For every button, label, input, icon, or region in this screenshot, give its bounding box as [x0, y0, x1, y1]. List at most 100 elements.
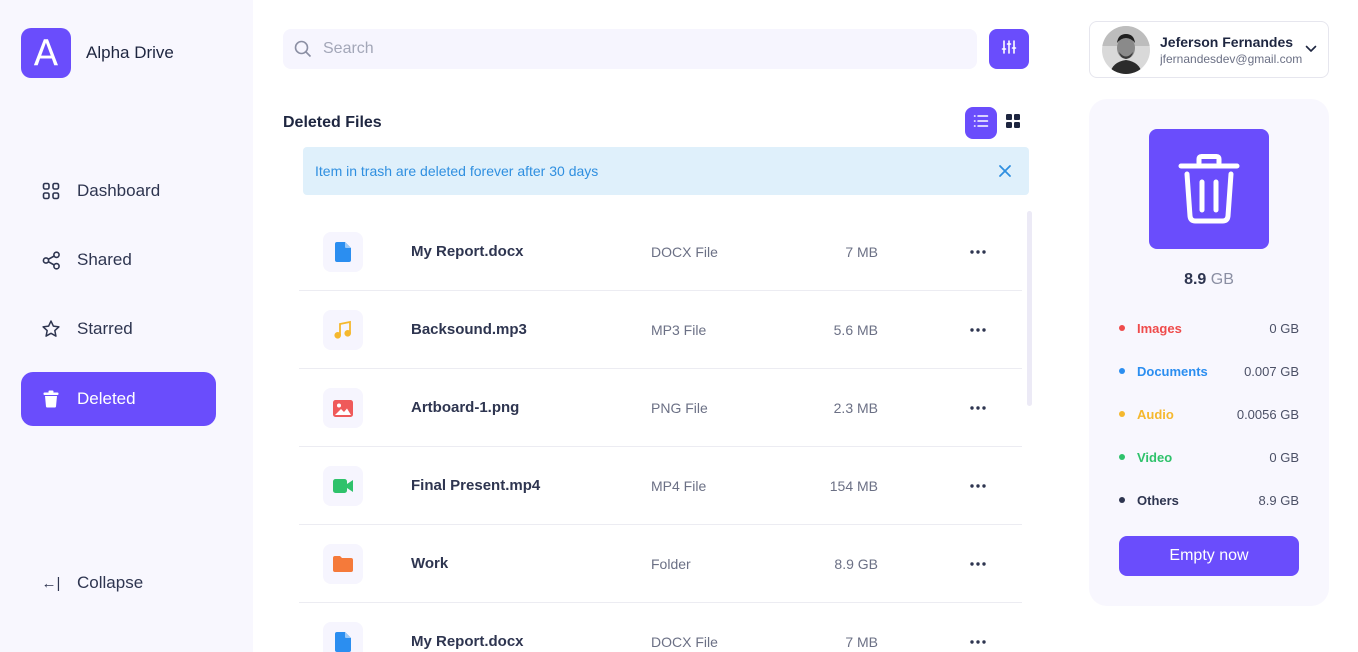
- sidebar-item-dashboard[interactable]: Dashboard: [21, 164, 216, 218]
- chevron-down-icon: [1304, 42, 1318, 56]
- document-icon: [323, 622, 363, 652]
- list-icon: [973, 114, 989, 133]
- more-options-icon[interactable]: [963, 397, 993, 419]
- profile-name: Jeferson Fernandes: [1160, 33, 1294, 50]
- storage-total: 8.9 GB: [1089, 271, 1329, 289]
- sidebar-item-label: Deleted: [77, 389, 136, 408]
- avatar: [1102, 25, 1150, 74]
- profile-menu[interactable]: Jeferson Fernandes jfernandesdev@gmail.c…: [1089, 21, 1329, 78]
- video-icon: [323, 466, 363, 506]
- storage-total-unit: GB: [1210, 271, 1234, 288]
- filter-button[interactable]: [989, 29, 1029, 69]
- notice-text: Item in trash are deleted forever after …: [315, 163, 599, 179]
- brand[interactable]: A Alpha Drive: [21, 28, 174, 78]
- storage-total-value: 8.9: [1184, 271, 1207, 288]
- brand-name: Alpha Drive: [86, 43, 174, 62]
- sidebar-item-label: Dashboard: [77, 181, 161, 200]
- search-icon: [293, 39, 313, 59]
- category-value: 8.9 GB: [1258, 492, 1299, 508]
- category-label: Images: [1137, 320, 1182, 336]
- document-icon: [323, 232, 363, 272]
- more-options-icon[interactable]: [963, 631, 993, 652]
- file-name: Final Present.mp4: [411, 477, 541, 494]
- file-size: 8.9 GB: [834, 556, 878, 572]
- category-label: Video: [1137, 449, 1173, 465]
- grid-icon: [1006, 113, 1020, 133]
- category-value: 0 GB: [1269, 320, 1299, 336]
- file-type: DOCX File: [651, 244, 718, 260]
- table-row[interactable]: My Report.docx DOCX File 7 MB: [299, 213, 1022, 291]
- storage-category-images: Images 0 GB: [1119, 318, 1299, 338]
- file-type: PNG File: [651, 400, 708, 416]
- list-view-button[interactable]: [965, 107, 997, 139]
- table-row[interactable]: Final Present.mp4 MP4 File 154 MB: [299, 447, 1022, 525]
- image-icon: [323, 388, 363, 428]
- category-dot: [1119, 497, 1125, 503]
- collapse-button[interactable]: ←| Collapse: [21, 556, 216, 610]
- page-title: Deleted Files: [283, 114, 382, 131]
- trash-icon: [1149, 129, 1269, 249]
- category-value: 0 GB: [1269, 449, 1299, 465]
- collapse-icon: ←|: [41, 574, 61, 592]
- file-size: 2.3 MB: [833, 400, 878, 416]
- brand-logo: A: [21, 28, 71, 78]
- music-icon: [323, 310, 363, 350]
- sidebar-item-deleted[interactable]: Deleted: [21, 372, 216, 426]
- file-size: 7 MB: [845, 634, 878, 650]
- grid-icon: [41, 181, 61, 201]
- star-icon: [41, 319, 61, 339]
- empty-now-button[interactable]: Empty now: [1119, 536, 1299, 576]
- sidebar-item-label: Starred: [77, 319, 133, 338]
- category-dot: [1119, 325, 1125, 331]
- category-dot: [1119, 368, 1125, 374]
- category-dot: [1119, 411, 1125, 417]
- file-size: 7 MB: [845, 244, 878, 260]
- sidebar-item-starred[interactable]: Starred: [21, 302, 216, 356]
- collapse-label: Collapse: [77, 573, 144, 592]
- more-options-icon[interactable]: [963, 475, 993, 497]
- file-list: My Report.docx DOCX File 7 MB Backsound.…: [299, 213, 1022, 652]
- category-value: 0.007 GB: [1244, 363, 1299, 379]
- profile-email: jfernandesdev@gmail.com: [1160, 51, 1303, 66]
- file-size: 154 MB: [829, 478, 878, 494]
- share-icon: [41, 250, 61, 270]
- file-size: 5.6 MB: [833, 322, 878, 338]
- storage-category-others: Others 8.9 GB: [1119, 490, 1299, 510]
- scrollbar[interactable]: [1027, 211, 1032, 406]
- category-value: 0.0056 GB: [1236, 406, 1299, 422]
- file-name: Backsound.mp3: [411, 321, 527, 338]
- file-name: My Report.docx: [411, 243, 524, 260]
- category-label: Others: [1137, 492, 1179, 508]
- close-icon[interactable]: [995, 161, 1015, 181]
- search-input[interactable]: [323, 40, 923, 58]
- category-label: Audio: [1137, 406, 1174, 422]
- file-type: DOCX File: [651, 634, 718, 650]
- sidebar-item-shared[interactable]: Shared: [21, 233, 216, 287]
- grid-view-button[interactable]: [1000, 107, 1026, 139]
- sliders-icon: [1001, 39, 1017, 60]
- more-options-icon[interactable]: [963, 553, 993, 575]
- table-row[interactable]: Artboard-1.png PNG File 2.3 MB: [299, 369, 1022, 447]
- category-label: Documents: [1137, 363, 1208, 379]
- file-type: MP4 File: [651, 478, 707, 494]
- more-options-icon[interactable]: [963, 241, 993, 263]
- storage-category-video: Video 0 GB: [1119, 447, 1299, 467]
- more-options-icon[interactable]: [963, 319, 993, 341]
- table-row[interactable]: My Report.docx DOCX File 7 MB: [299, 603, 1022, 652]
- table-row[interactable]: Work Folder 8.9 GB: [299, 525, 1022, 603]
- file-type: Folder: [651, 556, 691, 572]
- trash-notice: Item in trash are deleted forever after …: [303, 147, 1029, 195]
- storage-category-documents: Documents 0.007 GB: [1119, 361, 1299, 381]
- search-bar: [283, 29, 977, 69]
- sidebar-item-label: Shared: [77, 250, 132, 269]
- file-name: Artboard-1.png: [411, 399, 520, 416]
- file-name: Work: [411, 555, 449, 572]
- folder-icon: [323, 544, 363, 584]
- storage-category-audio: Audio 0.0056 GB: [1119, 404, 1299, 424]
- trash-icon: [41, 389, 61, 409]
- category-dot: [1119, 454, 1125, 460]
- table-row[interactable]: Backsound.mp3 MP3 File 5.6 MB: [299, 291, 1022, 369]
- file-name: My Report.docx: [411, 633, 524, 650]
- file-type: MP3 File: [651, 322, 707, 338]
- sidebar: A Alpha Drive Dashboard Shared Starred D…: [0, 0, 253, 652]
